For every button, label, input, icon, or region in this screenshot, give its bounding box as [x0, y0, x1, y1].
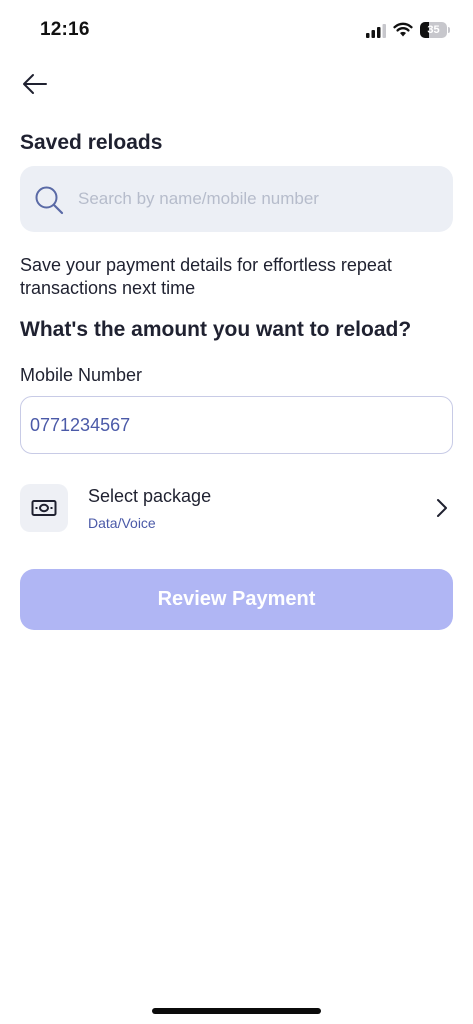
mobile-number-input[interactable] — [20, 396, 453, 454]
status-bar: 12:16 35 — [0, 0, 473, 60]
arrow-left-icon — [23, 74, 47, 94]
home-indicator — [152, 1008, 321, 1014]
search-input[interactable] — [78, 166, 438, 232]
back-button[interactable] — [18, 68, 52, 100]
select-package-row[interactable]: Select package Data/Voice — [20, 484, 453, 534]
package-title: Select package — [88, 486, 212, 506]
banknote-icon — [31, 500, 57, 516]
chevron-right-icon — [437, 499, 447, 517]
package-icon-box — [20, 484, 68, 532]
wifi-icon — [393, 22, 413, 37]
mobile-number-label: Mobile Number — [20, 365, 143, 385]
signal-icon — [366, 24, 386, 38]
package-subtitle: Data/Voice — [88, 515, 156, 531]
info-text: Save your payment details for effortless… — [20, 255, 392, 298]
search-bar[interactable] — [20, 166, 453, 232]
search-icon — [35, 186, 64, 215]
battery-icon: 35 — [420, 22, 450, 38]
review-payment-button[interactable]: Review Payment — [20, 569, 453, 630]
amount-question: What's the amount you want to reload? — [20, 318, 412, 341]
battery-level: 35 — [427, 24, 440, 36]
screen: 12:16 35 Saved reloads Search by name/mo… — [0, 0, 473, 1024]
status-time: 12:16 — [40, 19, 90, 40]
page-title: Saved reloads — [20, 131, 163, 154]
